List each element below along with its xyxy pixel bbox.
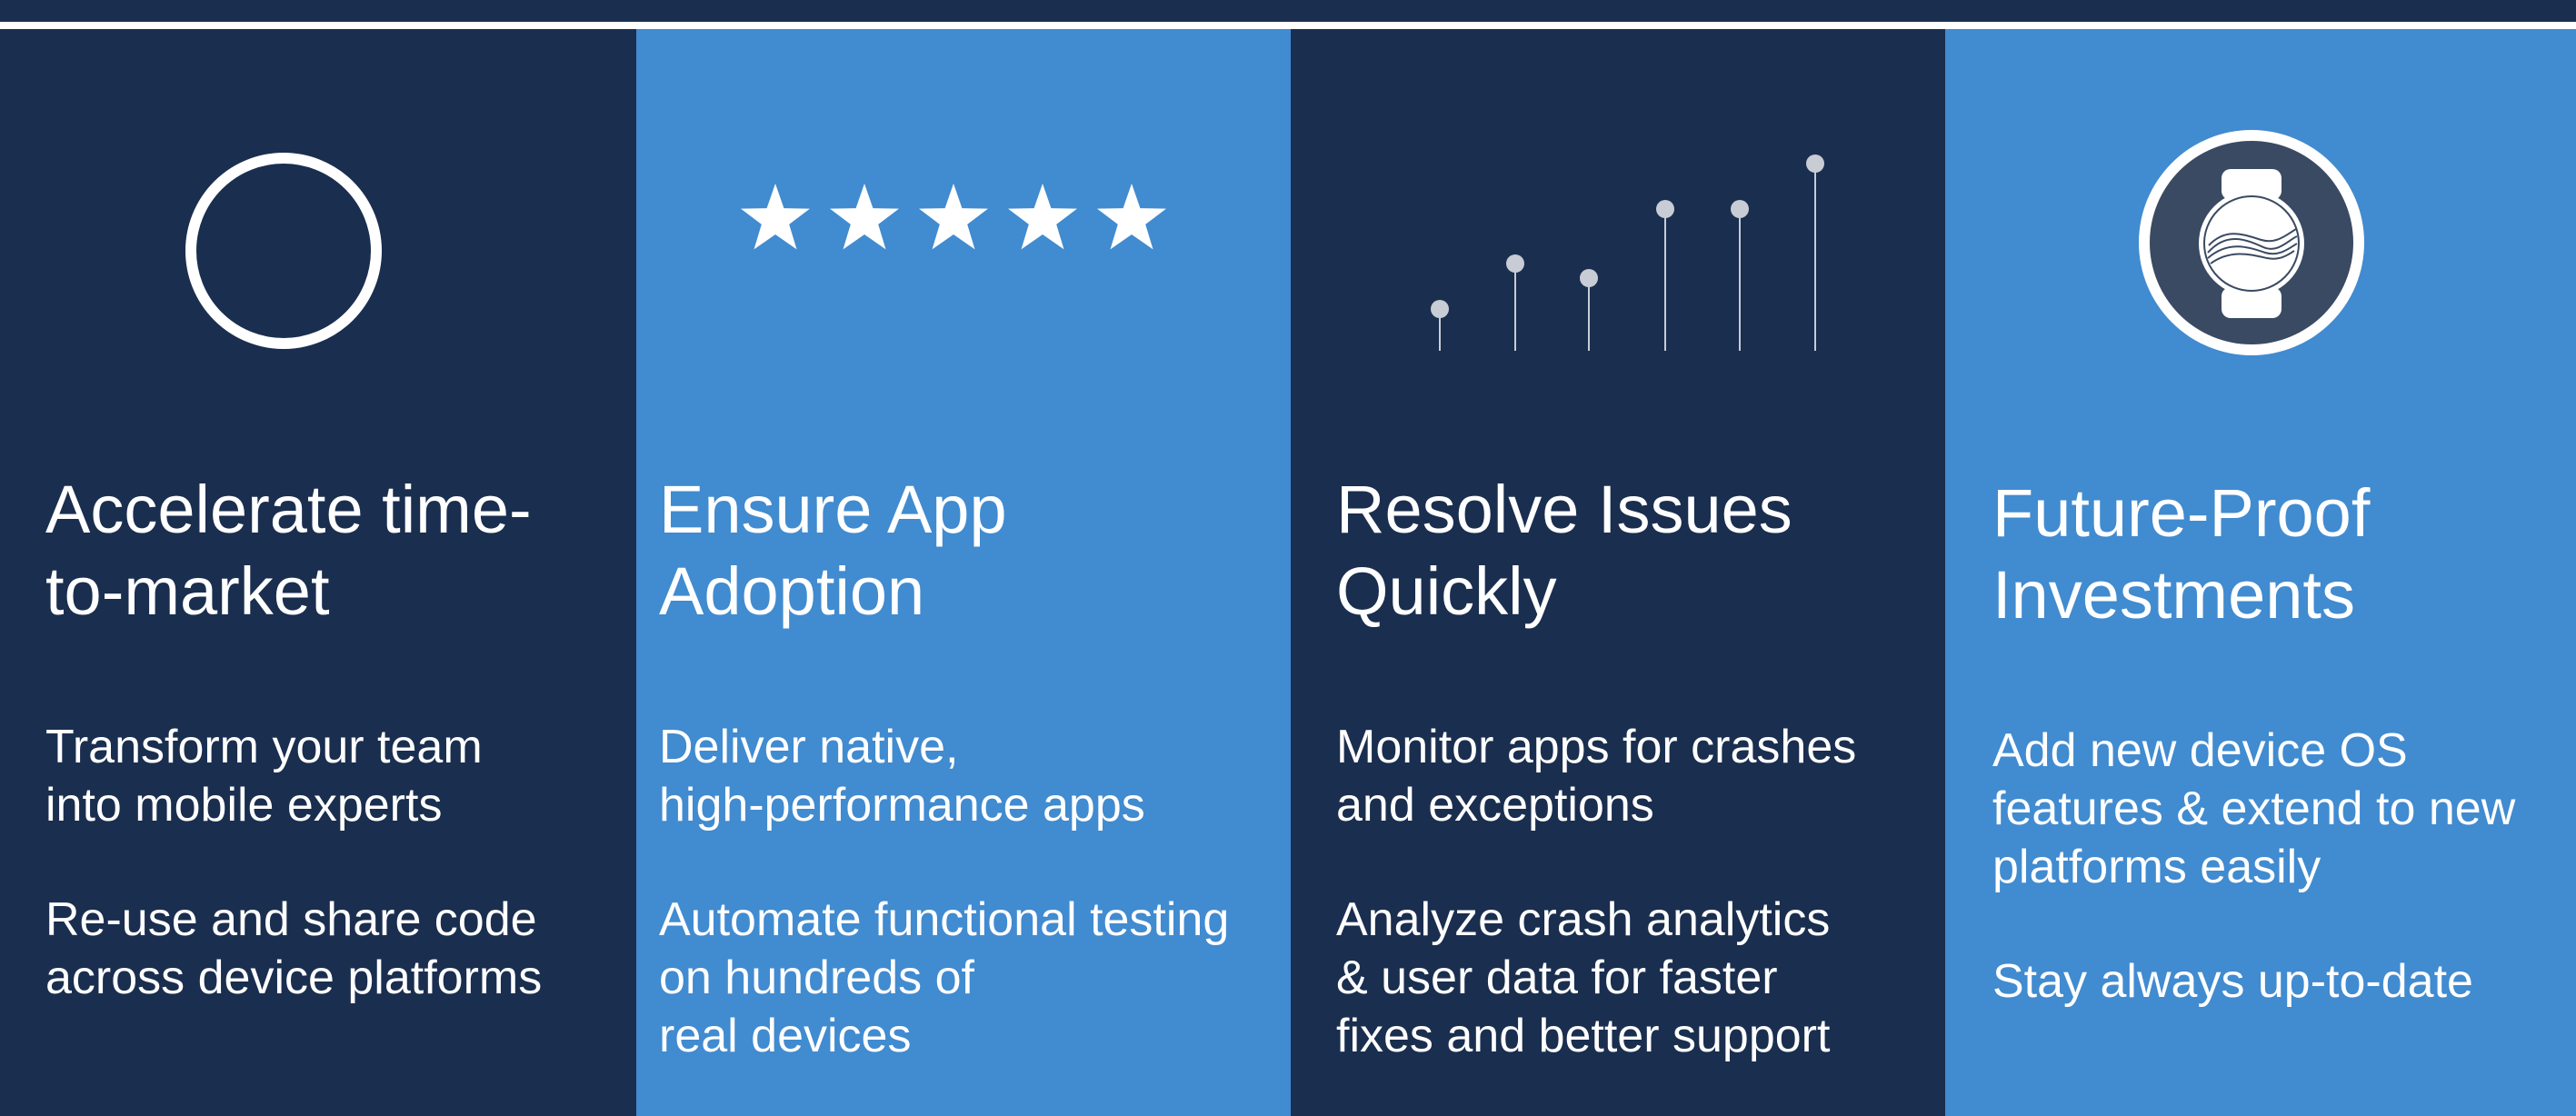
top-divider bbox=[0, 22, 2576, 29]
title-line: Resolve Issues bbox=[1336, 472, 1792, 547]
feature-panels: Accelerate time- to-market Transform you… bbox=[0, 29, 2576, 1116]
lollipop-head bbox=[1656, 200, 1674, 218]
lollipop-stems bbox=[1439, 164, 1816, 351]
panel-title: Accelerate time- to-market bbox=[45, 469, 532, 633]
body-line: Monitor apps for crashes bbox=[1336, 721, 1857, 773]
body-line: Stay always up-to-date bbox=[1992, 955, 2473, 1008]
body-line: and exceptions bbox=[1336, 779, 1654, 832]
title-line: Ensure App bbox=[659, 472, 1007, 547]
title-line: Quickly bbox=[1336, 553, 1557, 629]
star-icon bbox=[830, 184, 899, 250]
body-paragraph: Analyze crash analytics & user data for … bbox=[1336, 891, 1856, 1065]
body-line: & user data for faster bbox=[1336, 952, 1778, 1004]
body-line: Add new device OS bbox=[1992, 724, 2408, 777]
body-line: features & extend to new bbox=[1992, 782, 2516, 835]
smartwatch-icon bbox=[2139, 130, 2364, 355]
body-line: high-performance apps bbox=[659, 779, 1145, 832]
star-icon bbox=[741, 184, 810, 250]
body-line: fixes and better support bbox=[1336, 1010, 1831, 1062]
lollipop-head bbox=[1506, 254, 1524, 273]
panel-title: Resolve Issues Quickly bbox=[1336, 469, 1792, 633]
panel-icon-area bbox=[636, 29, 1291, 374]
panel-body: Transform your team into mobile experts … bbox=[45, 718, 542, 1007]
body-paragraph: Stay always up-to-date bbox=[1992, 952, 2515, 1011]
panel-body: Monitor apps for crashes and exceptions … bbox=[1336, 718, 1856, 1065]
star-icon bbox=[919, 184, 988, 250]
feature-panel-future-proof: Future-Proof Investments Add new device … bbox=[1945, 29, 2576, 1116]
panel-icon-area bbox=[0, 29, 636, 374]
five-stars-icon bbox=[741, 184, 1166, 250]
lollipop-chart-icon bbox=[1431, 154, 1824, 351]
lollipop-head bbox=[1806, 154, 1824, 173]
star-icon bbox=[1097, 184, 1166, 250]
title-line: Future-Proof bbox=[1992, 475, 2371, 551]
body-line: platforms easily bbox=[1992, 841, 2321, 893]
lollipop-head bbox=[1731, 200, 1749, 218]
body-line: Re-use and share code bbox=[45, 893, 537, 946]
lollipop-heads bbox=[1431, 154, 1824, 318]
body-line: Deliver native, bbox=[659, 721, 959, 773]
body-paragraph: Deliver native, high-performance apps bbox=[659, 718, 1229, 834]
body-line: across device platforms bbox=[45, 952, 543, 1004]
body-line: real devices bbox=[659, 1010, 912, 1062]
star-row bbox=[741, 184, 1166, 250]
title-line: Investments bbox=[1992, 557, 2355, 633]
title-line: to-market bbox=[45, 553, 330, 629]
feature-panel-accelerate: Accelerate time- to-market Transform you… bbox=[0, 29, 636, 1116]
body-paragraph: Add new device OS features & extend to n… bbox=[1992, 722, 2515, 896]
lollipop-head bbox=[1431, 300, 1449, 318]
body-paragraph: Monitor apps for crashes and exceptions bbox=[1336, 718, 1856, 834]
lollipop-head bbox=[1580, 269, 1598, 287]
panel-title: Ensure App Adoption bbox=[659, 469, 1007, 633]
body-line: Transform your team bbox=[45, 721, 483, 773]
feature-panel-adoption: Ensure App Adoption Deliver native, high… bbox=[636, 29, 1291, 1116]
title-line: Adoption bbox=[659, 553, 925, 629]
body-line: into mobile experts bbox=[45, 779, 443, 832]
circle-outline-icon bbox=[185, 153, 382, 349]
body-line: on hundreds of bbox=[659, 952, 974, 1004]
body-line: Analyze crash analytics bbox=[1336, 893, 1831, 946]
top-bar bbox=[0, 0, 2576, 22]
body-paragraph: Automate functional testing on hundreds … bbox=[659, 891, 1229, 1065]
body-paragraph: Transform your team into mobile experts bbox=[45, 718, 542, 834]
panel-body: Add new device OS features & extend to n… bbox=[1992, 722, 2515, 1011]
star-icon bbox=[1008, 184, 1077, 250]
feature-panel-resolve: Resolve Issues Quickly Monitor apps for … bbox=[1291, 29, 1945, 1116]
panel-icon-area bbox=[1945, 29, 2576, 374]
title-line: Accelerate time- bbox=[45, 472, 532, 547]
panel-body: Deliver native, high-performance apps Au… bbox=[659, 718, 1229, 1065]
body-line: Automate functional testing bbox=[659, 893, 1230, 946]
panel-title: Future-Proof Investments bbox=[1992, 473, 2370, 636]
panel-icon-area bbox=[1291, 29, 1945, 374]
body-paragraph: Re-use and share code across device plat… bbox=[45, 891, 542, 1007]
